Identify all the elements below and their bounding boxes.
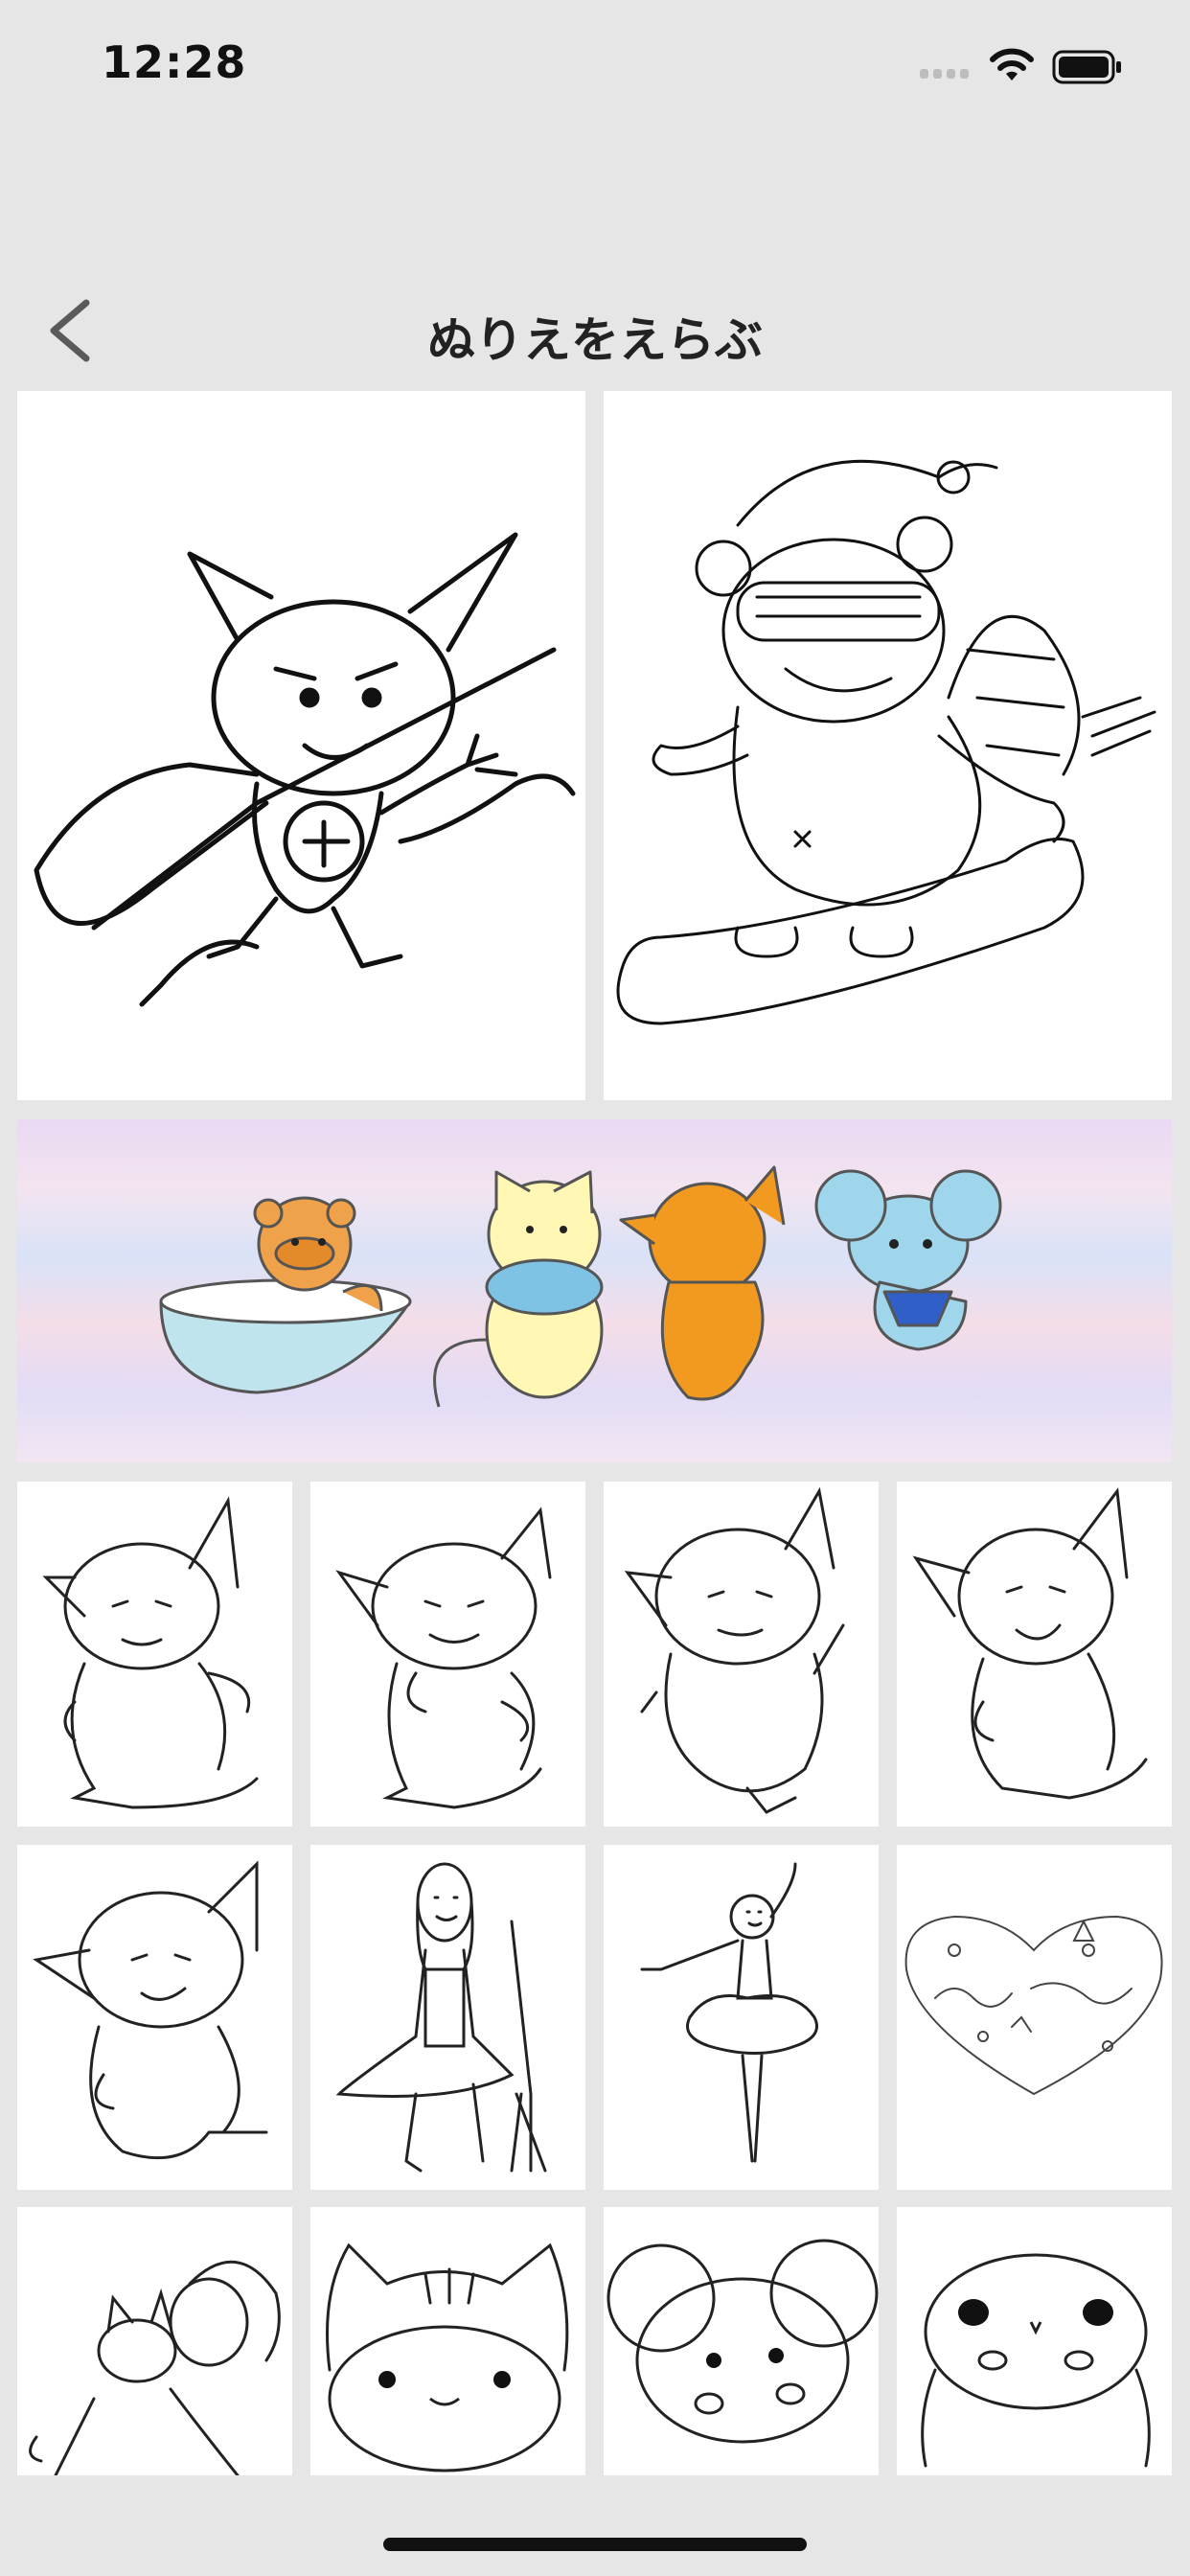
colored-characters-banner[interactable] xyxy=(17,1119,1172,1462)
home-indicator[interactable] xyxy=(383,2538,807,2551)
girl-broom-sketch xyxy=(335,1862,547,2173)
coloring-item-cat-warrior[interactable] xyxy=(17,391,585,1100)
navigation-bar: ぬりえをえらぶ xyxy=(0,278,1190,383)
coloring-item-cat-dance-2[interactable] xyxy=(310,1482,585,1827)
coloring-item-ballerina[interactable] xyxy=(604,1845,879,2190)
striped-cat-sketch xyxy=(326,2242,569,2472)
coloring-item-happy-birthday-heart[interactable] xyxy=(897,1845,1172,2190)
coloring-item-mouse[interactable] xyxy=(604,2207,879,2475)
coloring-item-girl-broom[interactable] xyxy=(310,1845,585,2190)
coloring-item-tanuki-snowboard[interactable] xyxy=(604,391,1172,1100)
cat-dance-1-sketch xyxy=(42,1496,259,1809)
happy-birthday-heart-sketch xyxy=(904,1915,1163,2096)
page-title: ぬりえをえらぶ xyxy=(427,312,763,368)
status-time: 12:28 xyxy=(102,36,247,88)
cat-dance-4-sketch xyxy=(912,1487,1148,1800)
coloring-item-girl-hugging-cat[interactable] xyxy=(17,2207,292,2475)
battery-icon xyxy=(1052,50,1121,84)
cat-dance-3-sketch xyxy=(624,1486,845,1814)
coloring-item-cat-dance-5[interactable] xyxy=(17,1845,292,2190)
cat-warrior-sketch xyxy=(34,532,576,1007)
cat-dance-2-sketch xyxy=(335,1506,552,1809)
coloring-item-cat-dance-1[interactable] xyxy=(17,1482,292,1827)
coloring-item-striped-cat[interactable] xyxy=(310,2207,585,2475)
mouse-sketch xyxy=(606,2239,879,2444)
coloring-item-round-creature[interactable] xyxy=(897,2207,1172,2475)
signal-icon xyxy=(920,69,969,79)
tanuki-snowboard-sketch xyxy=(616,459,1156,1025)
status-bar: 12:28 xyxy=(0,0,1190,129)
coloring-item-cat-dance-3[interactable] xyxy=(604,1482,879,1827)
colored-characters-illustration xyxy=(159,1165,1002,1408)
cat-dance-5-sketch xyxy=(33,1860,268,2160)
wifi-icon xyxy=(990,48,1034,80)
ballerina-sketch xyxy=(640,1862,818,2163)
round-creature-sketch xyxy=(921,2253,1151,2468)
coloring-item-cat-dance-4[interactable] xyxy=(897,1482,1172,1827)
girl-hugging-cat-sketch xyxy=(29,2260,281,2475)
